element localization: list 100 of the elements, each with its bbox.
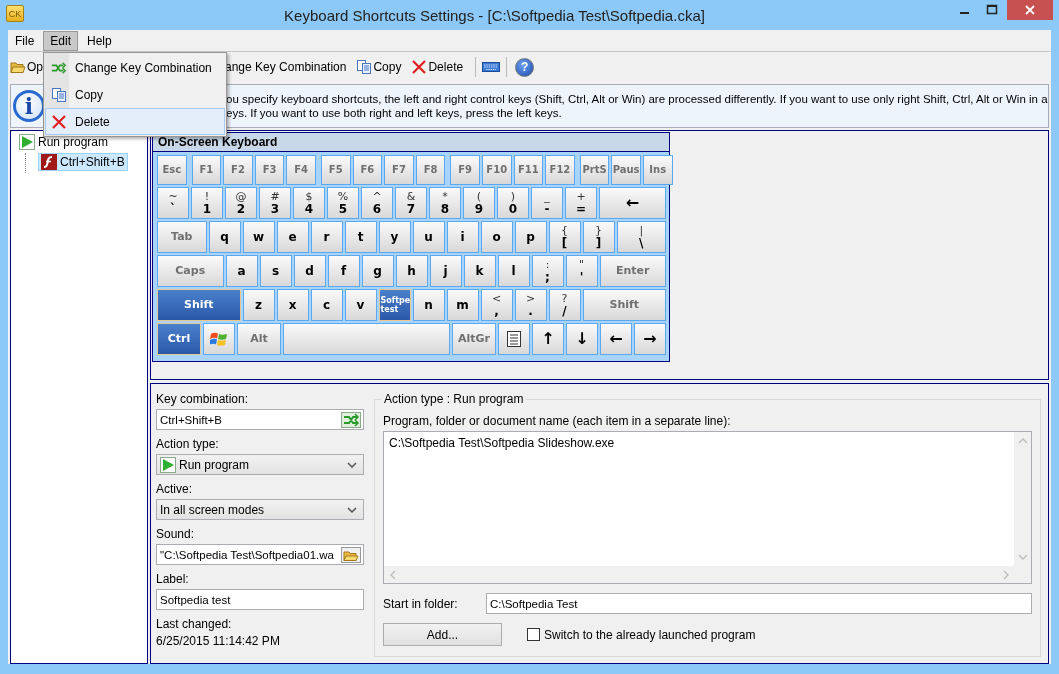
key[interactable]: @ 2 <box>225 187 257 219</box>
key[interactable]: j <box>429 255 462 287</box>
delete-button[interactable]: Delete <box>407 57 468 77</box>
key[interactable]: Enter <box>599 255 666 287</box>
key[interactable]: F2 <box>223 155 253 185</box>
open-button[interactable]: Op <box>8 57 43 77</box>
key[interactable]: F11 <box>513 155 544 185</box>
menu-item[interactable]: Help <box>80 31 119 51</box>
key[interactable]: v <box>344 289 377 321</box>
key[interactable]: Shift <box>582 289 666 321</box>
menu-item[interactable]: Copy <box>45 81 225 108</box>
menu-item[interactable]: Edit <box>43 31 79 51</box>
key[interactable]: % 5 <box>327 187 359 219</box>
key[interactable]: < , <box>480 289 513 321</box>
key[interactable]: ^ 6 <box>361 187 393 219</box>
key[interactable]: F4 <box>286 155 316 185</box>
key[interactable]: { [ <box>548 221 581 253</box>
key[interactable]: Alt <box>237 323 281 355</box>
shuffle-icon[interactable] <box>341 411 361 428</box>
key[interactable]: u <box>412 221 445 253</box>
sound-field[interactable]: "C:\Softpedia Test\Softpedia01.wa <box>156 544 364 565</box>
checkbox-label[interactable]: Switch to the already launched program <box>544 627 756 642</box>
checkbox[interactable] <box>527 628 540 641</box>
key[interactable]: Ins <box>642 155 673 185</box>
key[interactable]: q <box>208 221 241 253</box>
key[interactable]: Tab <box>157 221 207 253</box>
key[interactable]: ↑ <box>532 323 564 355</box>
key[interactable]: Ctrl <box>157 323 201 355</box>
key[interactable]: F9 <box>450 155 480 185</box>
key[interactable]: c <box>310 289 343 321</box>
key[interactable]: : ; <box>531 255 564 287</box>
key[interactable]: PrtS <box>579 155 610 185</box>
key[interactable]: e <box>276 221 309 253</box>
keyboard-icon[interactable] <box>482 61 501 73</box>
key[interactable]: → <box>634 323 666 355</box>
key[interactable]: Paus <box>611 155 641 185</box>
action-type-dropdown[interactable]: Run program <box>156 454 364 475</box>
key[interactable]: F12 <box>545 155 575 185</box>
key[interactable]: + = <box>565 187 597 219</box>
tree-item[interactable]: Run program <box>16 133 112 151</box>
key[interactable]: h <box>395 255 428 287</box>
key[interactable]: & 7 <box>395 187 427 219</box>
key[interactable]: a <box>225 255 258 287</box>
key[interactable]: ) 0 <box>497 187 529 219</box>
key[interactable]: AltGr <box>452 323 496 355</box>
key[interactable]: d <box>293 255 326 287</box>
start-folder-field[interactable]: C:\Softpedia Test <box>486 593 1032 614</box>
key[interactable]: F5 <box>320 155 351 185</box>
key[interactable]: } ] <box>582 221 615 253</box>
key[interactable]: ? / <box>548 289 581 321</box>
key-combination-field[interactable]: Ctrl+Shift+B <box>156 409 364 430</box>
key[interactable]: " ' <box>565 255 598 287</box>
key[interactable]: k <box>463 255 496 287</box>
key[interactable]: F10 <box>481 155 512 185</box>
key[interactable]: y <box>378 221 411 253</box>
key[interactable]: i <box>446 221 479 253</box>
key[interactable]: z <box>242 289 275 321</box>
key[interactable]: Softpe test <box>378 289 411 321</box>
key[interactable]: w <box>242 221 275 253</box>
key[interactable]: r <box>310 221 343 253</box>
key[interactable]: $ 4 <box>293 187 325 219</box>
menu-item[interactable]: File <box>8 31 42 51</box>
key[interactable]: Esc <box>157 155 187 185</box>
key[interactable]: ↓ <box>566 323 598 355</box>
key[interactable]: t <box>344 221 377 253</box>
key[interactable]: F1 <box>191 155 222 185</box>
key[interactable]: n <box>412 289 445 321</box>
key[interactable]: F3 <box>254 155 285 185</box>
tree-item[interactable]: Ctrl+Shift+B <box>38 153 128 171</box>
copy-button[interactable]: Copy <box>352 57 406 77</box>
key[interactable]: l <box>497 255 530 287</box>
key[interactable]: | \ <box>616 221 666 253</box>
label-field[interactable]: Softpedia test <box>156 589 364 610</box>
key[interactable]: F6 <box>352 155 383 185</box>
add-button[interactable]: Add... <box>383 623 502 646</box>
key[interactable]: ← <box>600 323 632 355</box>
key[interactable]: _ - <box>531 187 563 219</box>
key[interactable]: Shift <box>157 289 241 321</box>
menu-item[interactable]: Change Key Combination <box>45 54 225 81</box>
key[interactable]: p <box>514 221 547 253</box>
key[interactable]: # 3 <box>259 187 291 219</box>
key[interactable]: ! 1 <box>191 187 223 219</box>
key[interactable] <box>498 323 530 355</box>
key[interactable]: x <box>276 289 309 321</box>
key[interactable]: ~ ` <box>157 187 189 219</box>
menu-item[interactable]: Delete <box>45 108 225 135</box>
key[interactable]: f <box>327 255 360 287</box>
key[interactable]: Caps <box>157 255 224 287</box>
key[interactable]: m <box>446 289 479 321</box>
key[interactable]: > . <box>514 289 547 321</box>
folder-icon[interactable] <box>341 546 361 563</box>
key[interactable]: * 8 <box>429 187 461 219</box>
close-button[interactable] <box>1007 0 1053 20</box>
key[interactable]: ( 9 <box>463 187 495 219</box>
key[interactable]: F7 <box>384 155 414 185</box>
key[interactable]: s <box>259 255 292 287</box>
key[interactable]: o <box>480 221 513 253</box>
key[interactable]: F8 <box>415 155 446 185</box>
active-dropdown[interactable]: In all screen modes <box>156 499 364 520</box>
key[interactable]: ← <box>599 187 666 219</box>
